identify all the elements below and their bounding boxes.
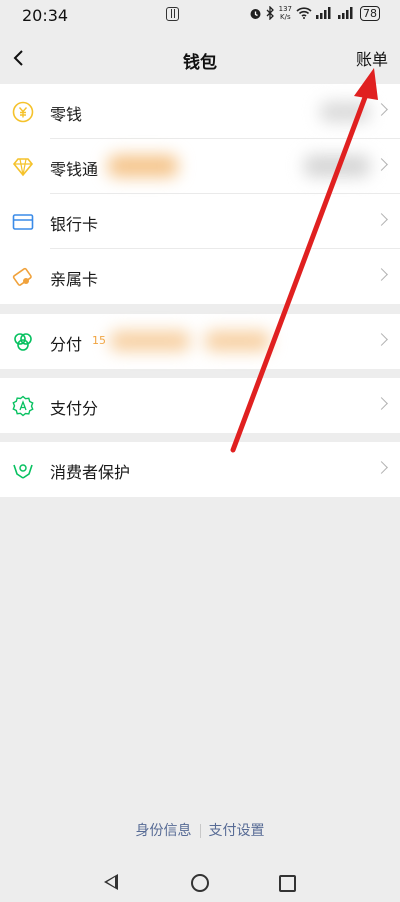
row-label-consumer-protection: 消费者保护 bbox=[50, 463, 131, 482]
alarm-icon bbox=[250, 8, 261, 19]
wallet-group: 零钱 零钱通 银行卡 亲属卡 bbox=[0, 84, 400, 304]
status-bar: 20:34 137 K/s 78 bbox=[0, 0, 400, 32]
nav-back-icon[interactable] bbox=[104, 874, 118, 890]
battery-indicator: 78 bbox=[360, 5, 380, 21]
family-card-icon bbox=[12, 267, 32, 286]
hands-protect-icon bbox=[13, 464, 33, 479]
header: 钱包 账单 bbox=[0, 36, 400, 82]
blurred-promo bbox=[108, 155, 178, 177]
bill-button[interactable]: 账单 bbox=[356, 46, 388, 70]
speed-value: 137 bbox=[278, 5, 292, 13]
signal-icon bbox=[316, 7, 331, 19]
installment-badge: 15 bbox=[92, 334, 106, 347]
payment-settings-link[interactable]: 支付设置 bbox=[209, 823, 265, 839]
identity-info-link[interactable]: 身份信息 bbox=[136, 823, 192, 839]
row-balance[interactable]: 零钱 bbox=[0, 84, 400, 139]
footer-divider bbox=[199, 824, 201, 838]
blurred-amount bbox=[304, 155, 370, 177]
row-label-lingqiantong: 零钱通 bbox=[50, 160, 99, 179]
pay-score-group: 支付分 bbox=[0, 378, 400, 433]
chevron-right-icon bbox=[375, 333, 388, 346]
speed-unit: K/s bbox=[280, 13, 291, 21]
bluetooth-icon bbox=[266, 6, 274, 20]
footer-links: 身份信息 支付设置 bbox=[0, 820, 400, 840]
chevron-right-icon bbox=[375, 461, 388, 474]
blurred-promo-2 bbox=[205, 331, 270, 351]
row-bank-card[interactable]: 银行卡 bbox=[0, 194, 400, 249]
installment-icon bbox=[14, 333, 32, 351]
wifi-icon bbox=[296, 7, 312, 19]
row-family-card[interactable]: 亲属卡 bbox=[0, 249, 400, 304]
row-label-pay-score: 支付分 bbox=[50, 399, 99, 418]
pay-score-icon bbox=[12, 395, 34, 417]
row-consumer-protection[interactable]: 消费者保护 bbox=[0, 442, 400, 497]
row-label-bank-card: 银行卡 bbox=[50, 215, 99, 234]
status-time: 20:34 bbox=[22, 6, 69, 25]
yuan-coin-icon bbox=[12, 101, 34, 123]
chevron-right-icon bbox=[375, 158, 388, 171]
signal-icon-2 bbox=[338, 7, 353, 19]
row-label-family-card: 亲属卡 bbox=[50, 270, 99, 289]
chevron-right-icon bbox=[375, 103, 388, 116]
nav-home-icon[interactable] bbox=[191, 874, 209, 892]
installment-group: 分付 15 bbox=[0, 314, 400, 369]
bank-card-icon bbox=[12, 214, 34, 230]
blurred-amount bbox=[320, 102, 370, 122]
row-pay-score[interactable]: 支付分 bbox=[0, 378, 400, 433]
row-lingqiantong[interactable]: 零钱通 bbox=[0, 139, 400, 194]
protection-group: 消费者保护 bbox=[0, 442, 400, 497]
chevron-right-icon bbox=[375, 268, 388, 281]
status-icons: 137 K/s 78 bbox=[249, 5, 380, 21]
chevron-right-icon bbox=[375, 213, 388, 226]
network-speed: 137 K/s bbox=[279, 5, 292, 21]
row-label-installment: 分付 bbox=[50, 335, 83, 354]
blurred-promo bbox=[110, 331, 190, 351]
diamond-icon bbox=[12, 158, 34, 177]
row-installment[interactable]: 分付 15 bbox=[0, 314, 400, 369]
page-title: 钱包 bbox=[183, 53, 217, 73]
chevron-right-icon bbox=[375, 397, 388, 410]
nav-recent-apps-icon[interactable] bbox=[279, 875, 296, 892]
nfc-icon bbox=[166, 7, 179, 21]
row-label-balance: 零钱 bbox=[50, 105, 83, 124]
system-nav-bar bbox=[0, 862, 400, 902]
